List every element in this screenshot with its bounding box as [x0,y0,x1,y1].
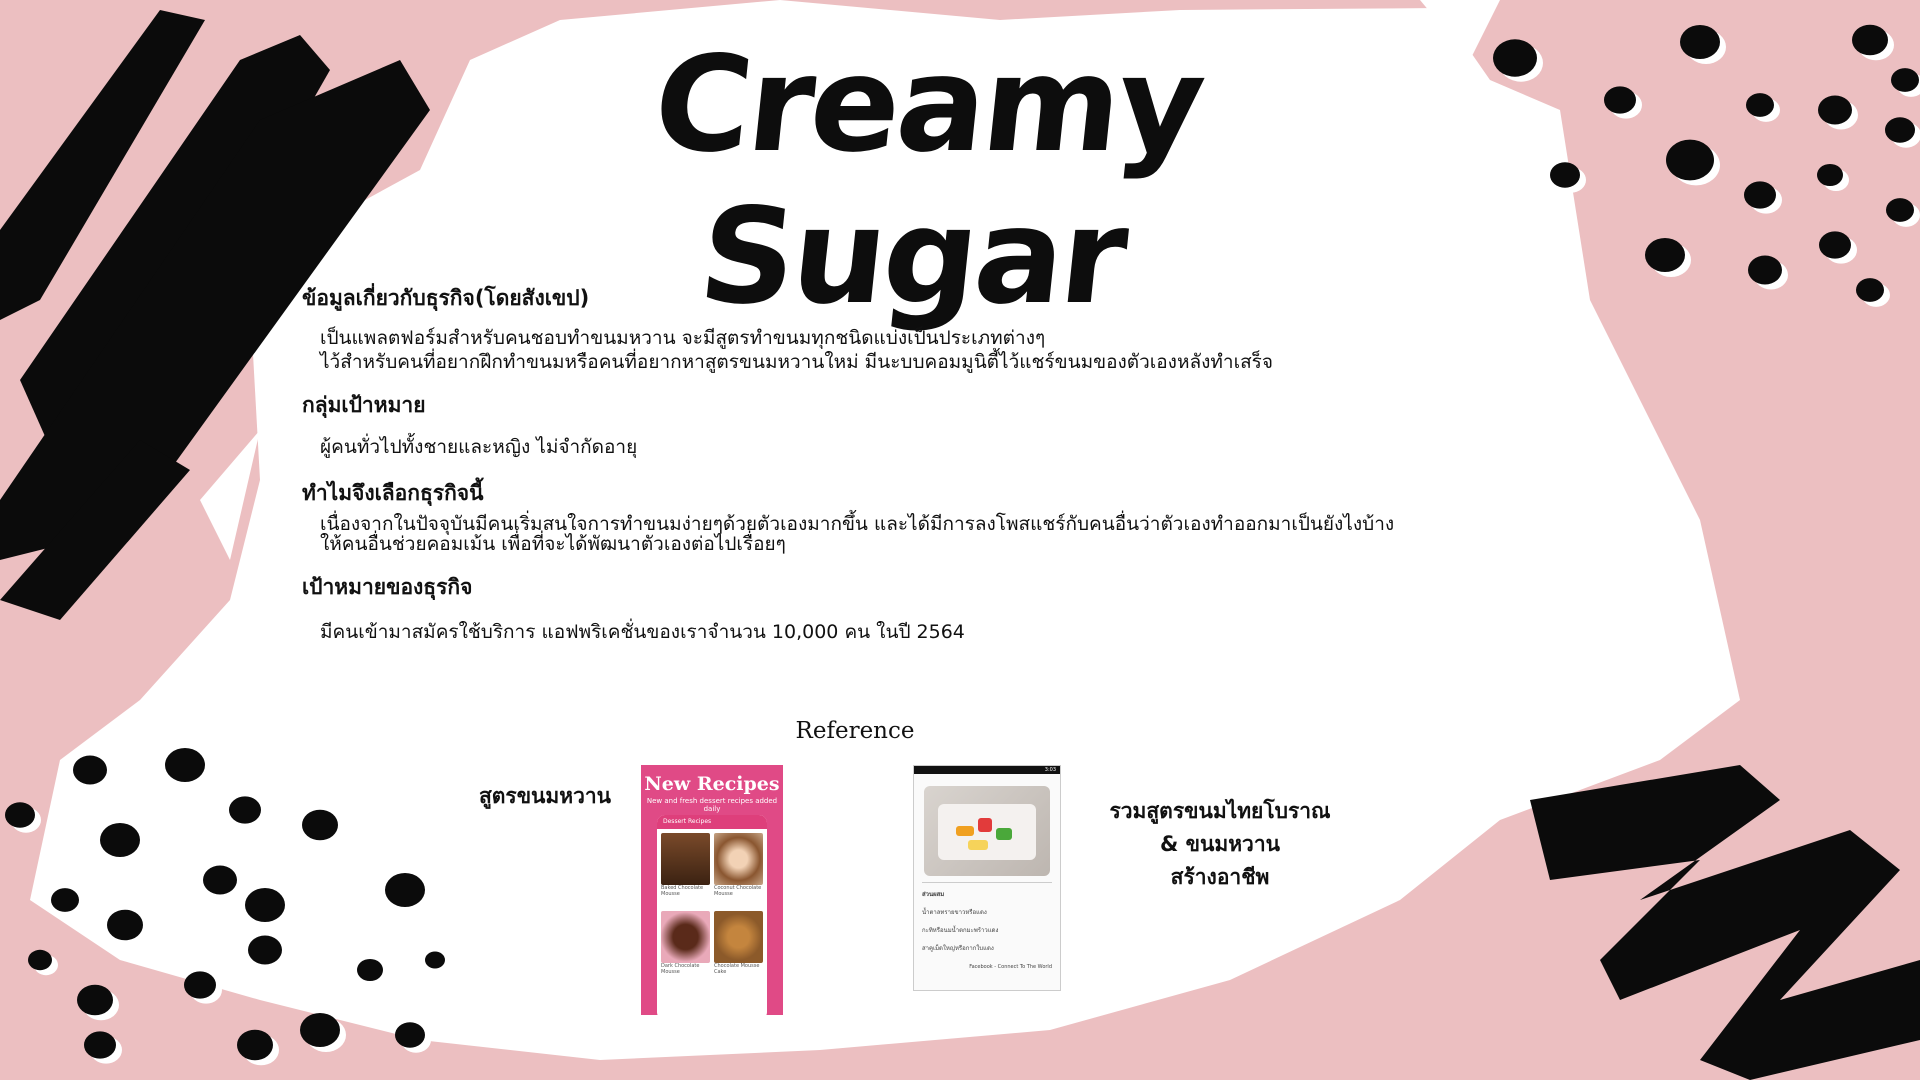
decorative-dot [73,755,107,785]
decorative-dot [77,984,113,1016]
cupcake-thumbnail [661,911,710,963]
app-screenshot-recipes: New Recipes New and fresh dessert recipe… [641,765,783,1015]
app2-line: สาคูเม็ดใหญ่หรือกากใบแดง [922,945,994,952]
decorative-dot [1645,238,1685,272]
decorative-dot [84,1031,116,1059]
decorative-dot [1746,93,1774,117]
decorative-dot [1817,163,1843,187]
reference-title: Reference [795,718,915,744]
app1-item-label: Dark Chocolate Mousse [661,963,700,975]
decorative-dot [107,909,143,941]
decorative-dot [28,949,52,971]
app1-item: Coconut Chocolate Mousse [714,833,763,907]
decorative-dot [248,935,282,965]
decorative-dot [1856,278,1884,302]
app2-line: ส่วนผสม [922,891,945,898]
muffin-thumbnail [714,911,763,963]
decorative-dot [1493,39,1537,77]
reference-left-label: สูตรขนมหวาน [478,784,612,808]
reference-right-label-line: & ขนมหวาน [1160,832,1280,856]
section-heading-why: ทำไมจึงเลือกธุรกิจนี้ [302,481,484,505]
decorative-dot [1818,95,1852,125]
decorative-dot [165,748,205,782]
decorative-dot [302,809,338,841]
app1-item-label: Baked Chocolate Mousse [661,885,704,897]
decorative-dot [51,888,79,912]
page-title: Creamy Sugar [646,28,1210,334]
decorative-dot [1680,25,1720,59]
app2-status: 3:03 [914,766,1060,774]
app1-bar: Dessert Recipes [657,815,767,829]
decorative-dot [357,958,383,982]
decorative-dot [184,971,216,999]
reference-right-label: รวมสูตรขนมไทยโบราณ & ขนมหวาน สร้างอาชีพ [1090,795,1350,894]
decorative-dot [229,796,261,824]
decorative-dot [1604,86,1636,114]
section-text-about-2: ไว้สำหรับคนที่อยากฝึกทำขนมหรือคนที่อยากห… [320,351,1274,373]
decorative-dot [1666,139,1714,181]
decorative-dot [1891,68,1919,92]
app-screenshot-thai-desserts: 3:03 ส่วนผสม น้ำตาลทรายขาวหรือแดง กะทิหร… [913,765,1061,991]
app2-line: กะทิหรือนมน้ำตกมะพร้าวแดง [922,927,999,934]
section-heading-target: กลุ่มเป้าหมาย [302,393,426,417]
reference-right-label-line: รวมสูตรขนมไทยโบราณ [1109,799,1331,823]
reference-right-label-line: สร้างอาชีพ [1170,865,1270,889]
decorative-dot [100,823,140,857]
decorative-dot [385,873,425,907]
decorative-dot [1748,255,1782,285]
dessert-dish [938,804,1036,860]
decorative-dot [425,951,445,969]
decorative-dot [245,888,285,922]
decorative-dot [5,802,35,828]
section-heading-goal: เป้าหมายของธุรกิจ [302,575,473,599]
decorative-dot [395,1022,425,1048]
app2-line: น้ำตาลทรายขาวหรือแดง [922,909,987,916]
donut-thumbnail [714,833,763,885]
app1-item: Baked Chocolate Mousse [661,833,710,907]
app1-subline: New and fresh dessert recipes added dail… [646,797,778,813]
app1-screen: Dessert Recipes Baked Chocolate Mousse C… [657,815,767,1015]
cake-thumbnail [661,833,710,885]
decorative-dot [1550,162,1580,188]
dessert-photo [924,786,1050,876]
decorative-dot [300,1013,340,1047]
decorative-dot [237,1029,273,1061]
app1-item-label: Coconut Chocolate Mousse [714,885,762,897]
decorative-dot [1885,117,1915,143]
decorative-dot [1819,231,1851,259]
section-text-about-1: เป็นแพลตฟอร์มสำหรับคนชอบทำขนมหวาน จะมีสู… [320,327,1046,349]
app1-item: Chocolate Mousse Cake [714,911,763,985]
app1-item-label: Chocolate Mousse Cake [714,963,760,975]
app1-headline: New Recipes [644,773,780,795]
section-text-why-2: ให้คนอื่นช่วยคอมเม้น เพื่อที่จะได้พัฒนาต… [320,533,786,555]
section-text-target: ผู้คนทั่วไปทั้งชายและหญิง ไม่จำกัดอายุ [320,436,638,458]
section-text-goal: มีคนเข้ามาสมัครใช้บริการ แอฟพริเคชั่นของ… [320,621,965,643]
app2-footer: Facebook - Connect To The World [969,964,1052,970]
decorative-dot [203,865,237,895]
decorative-dot [1852,24,1888,56]
section-heading-about: ข้อมูลเกี่ยวกับธุรกิจ(โดยสังเขป) [302,286,590,310]
app1-item: Dark Chocolate Mousse [661,911,710,985]
decorative-dot [1886,198,1914,222]
decorative-dot [1744,181,1776,209]
